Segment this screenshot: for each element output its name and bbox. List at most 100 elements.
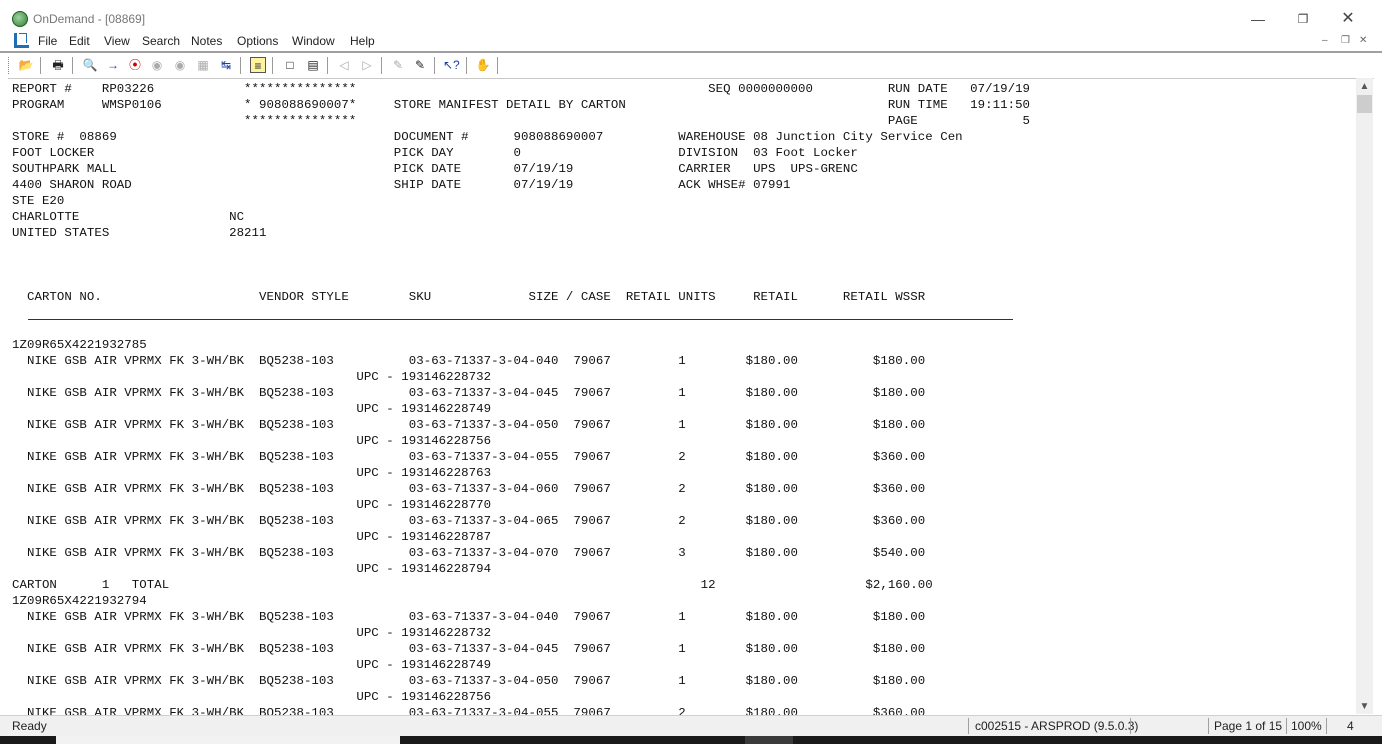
report-line: NIKE GSB AIR VPRMX FK 3-WH/BK BQ5238-103… <box>12 610 926 624</box>
properties-icon[interactable]: ▤ <box>305 57 321 73</box>
toolbar-separator <box>434 57 435 74</box>
toolbar-grip[interactable] <box>8 57 12 74</box>
vertical-scrollbar[interactable] <box>1356 78 1373 714</box>
status-server: c002515 - ARSPROD (9.5.0.3) <box>975 719 1139 733</box>
report-line: STORE # 08869 DOCUMENT # 908088690007 WA… <box>12 130 963 144</box>
ondemand-globe-icon <box>12 11 28 27</box>
menu-help[interactable]: Help <box>350 34 375 48</box>
copy-annotation-icon[interactable]: ✎ <box>412 57 428 73</box>
menu-bar: File Edit View Search Notes Options Wind… <box>0 31 1382 51</box>
report-line: NIKE GSB AIR VPRMX FK 3-WH/BK BQ5238-103… <box>12 482 926 496</box>
report-line: UPC - 193146228749 <box>12 658 492 672</box>
status-page: Page 1 of 15 <box>1214 719 1283 733</box>
taskbar-app-item[interactable] <box>745 736 793 744</box>
close-icon[interactable]: ✕ <box>1326 6 1370 32</box>
status-ready: Ready <box>12 719 47 733</box>
next-document-icon: ▷ <box>362 58 372 72</box>
status-separator <box>1208 718 1209 734</box>
document-window-icon[interactable] <box>14 33 29 48</box>
report-line: UPC - 193146228794 <box>12 562 492 576</box>
status-count: 4 <box>1347 719 1354 733</box>
find-icon[interactable]: 🔍 <box>82 57 98 73</box>
status-separator <box>1286 718 1287 734</box>
hand-icon: ✋ <box>475 58 491 72</box>
report-line: UNITED STATES 28211 <box>12 226 267 240</box>
report-line <box>12 273 1352 289</box>
toolbar-separator <box>272 57 273 74</box>
taskbar-search-box[interactable] <box>56 736 400 744</box>
minimize-icon[interactable]: — <box>1236 6 1280 32</box>
report-line: 4400 SHARON ROAD SHIP DATE 07/19/19 ACK … <box>12 178 791 192</box>
report-line: SOUTHPARK MALL PICK DATE 07/19/19 CARRIE… <box>12 162 858 176</box>
report-line: UPC - 193146228749 <box>12 402 492 416</box>
report-viewer[interactable]: REPORT # RP03226 *************** SEQ 000… <box>8 78 1374 715</box>
report-line: UPC - 193146228756 <box>12 434 492 448</box>
status-separator <box>1130 718 1131 734</box>
status-zoom: 100% <box>1291 719 1322 733</box>
toolbar-separator <box>40 57 41 74</box>
mdi-minimize-icon[interactable]: – <box>1322 35 1328 46</box>
report-line: CARTON 1 TOTAL 12 $2,160.00 <box>12 578 933 592</box>
menu-view[interactable]: View <box>104 34 130 48</box>
report-line: *************** PAGE 5 <box>12 114 1031 128</box>
report-line: NIKE GSB AIR VPRMX FK 3-WH/BK BQ5238-103… <box>12 386 926 400</box>
status-separator <box>968 718 969 734</box>
report-line: UPC - 193146228756 <box>12 690 492 704</box>
toolbar-separator <box>497 57 498 74</box>
report-line: REPORT # RP03226 *************** SEQ 000… <box>12 82 1031 96</box>
blank-page-icon[interactable]: □ <box>282 57 298 73</box>
open-folder-icon[interactable]: 📂 <box>18 57 34 73</box>
note-icon[interactable]: ≡ <box>250 57 266 73</box>
report-line: UPC - 193146228732 <box>12 370 492 384</box>
report-line: 1Z09R65X4221932794 <box>12 594 147 608</box>
report-text: REPORT # RP03226 *************** SEQ 000… <box>12 81 1352 715</box>
go-to-page-icon[interactable]: → <box>105 57 121 73</box>
mdi-close-icon[interactable]: ✕ <box>1359 35 1367 46</box>
restore-icon[interactable]: ❐ <box>1281 6 1325 32</box>
print-icon[interactable]: 🖶 <box>50 57 66 73</box>
scroll-thumb[interactable] <box>1357 95 1372 113</box>
report-line: FOOT LOCKER PICK DAY 0 DIVISION 03 Foot … <box>12 146 858 160</box>
menu-file[interactable]: File <box>38 34 57 48</box>
toolbar-separator <box>466 57 467 74</box>
thumbnails-icon: ▦ <box>197 58 209 72</box>
report-line <box>12 321 1352 337</box>
report-line: CARTON NO. VENDOR STYLE SKU SIZE / CASE … <box>12 290 926 304</box>
report-line: NIKE GSB AIR VPRMX FK 3-WH/BK BQ5238-103… <box>12 642 926 656</box>
report-line: NIKE GSB AIR VPRMX FK 3-WH/BK BQ5238-103… <box>12 546 926 560</box>
toolbar-separator <box>381 57 382 74</box>
report-line: PROGRAM WMSP0106 * 908088690007* STORE M… <box>12 98 1031 112</box>
column-header-rule <box>28 319 1013 320</box>
report-line: STE E20 <box>12 194 65 208</box>
status-separator <box>1326 718 1327 734</box>
window-title: OnDemand - [08869] <box>33 12 146 26</box>
toolbar-separator <box>327 57 328 74</box>
stop-icon[interactable]: ⦿ <box>127 57 143 73</box>
report-line: UPC - 193146228763 <box>12 466 492 480</box>
scroll-down-arrow-icon[interactable]: ▼ <box>1356 698 1373 715</box>
annotate-icon: ✎ <box>392 58 404 72</box>
menu-search[interactable]: Search <box>142 34 180 48</box>
menu-notes[interactable]: Notes <box>191 34 222 48</box>
scroll-up-arrow-icon[interactable]: ▲ <box>1356 78 1373 95</box>
menu-options[interactable]: Options <box>237 34 278 48</box>
report-line: NIKE GSB AIR VPRMX FK 3-WH/BK BQ5238-103… <box>12 418 926 432</box>
find-previous-icon: ◉ <box>174 58 186 72</box>
report-line: NIKE GSB AIR VPRMX FK 3-WH/BK BQ5238-103… <box>12 450 926 464</box>
report-line: NIKE GSB AIR VPRMX FK 3-WH/BK BQ5238-103… <box>12 674 926 688</box>
report-line: UPC - 193146228770 <box>12 498 492 512</box>
find-next-icon: ◉ <box>151 58 163 72</box>
report-line: NIKE GSB AIR VPRMX FK 3-WH/BK BQ5238-103… <box>12 514 926 528</box>
whats-this-help-icon[interactable]: ↖? <box>443 57 460 73</box>
report-line <box>12 257 1352 273</box>
status-bar: Ready c002515 - ARSPROD (9.5.0.3) Page 1… <box>0 715 1382 736</box>
menu-edit[interactable]: Edit <box>69 34 90 48</box>
mdi-restore-icon[interactable]: ❐ <box>1341 35 1350 46</box>
toolbar-separator <box>72 57 73 74</box>
toolbar-separator <box>240 57 241 74</box>
menu-divider <box>0 51 1382 53</box>
fit-page-icon[interactable]: ↹ <box>218 57 234 73</box>
title-bar: OnDemand - [08869] — ❐ ✕ <box>0 0 1382 32</box>
menu-window[interactable]: Window <box>292 34 335 48</box>
report-line: CHARLOTTE NC <box>12 210 245 224</box>
